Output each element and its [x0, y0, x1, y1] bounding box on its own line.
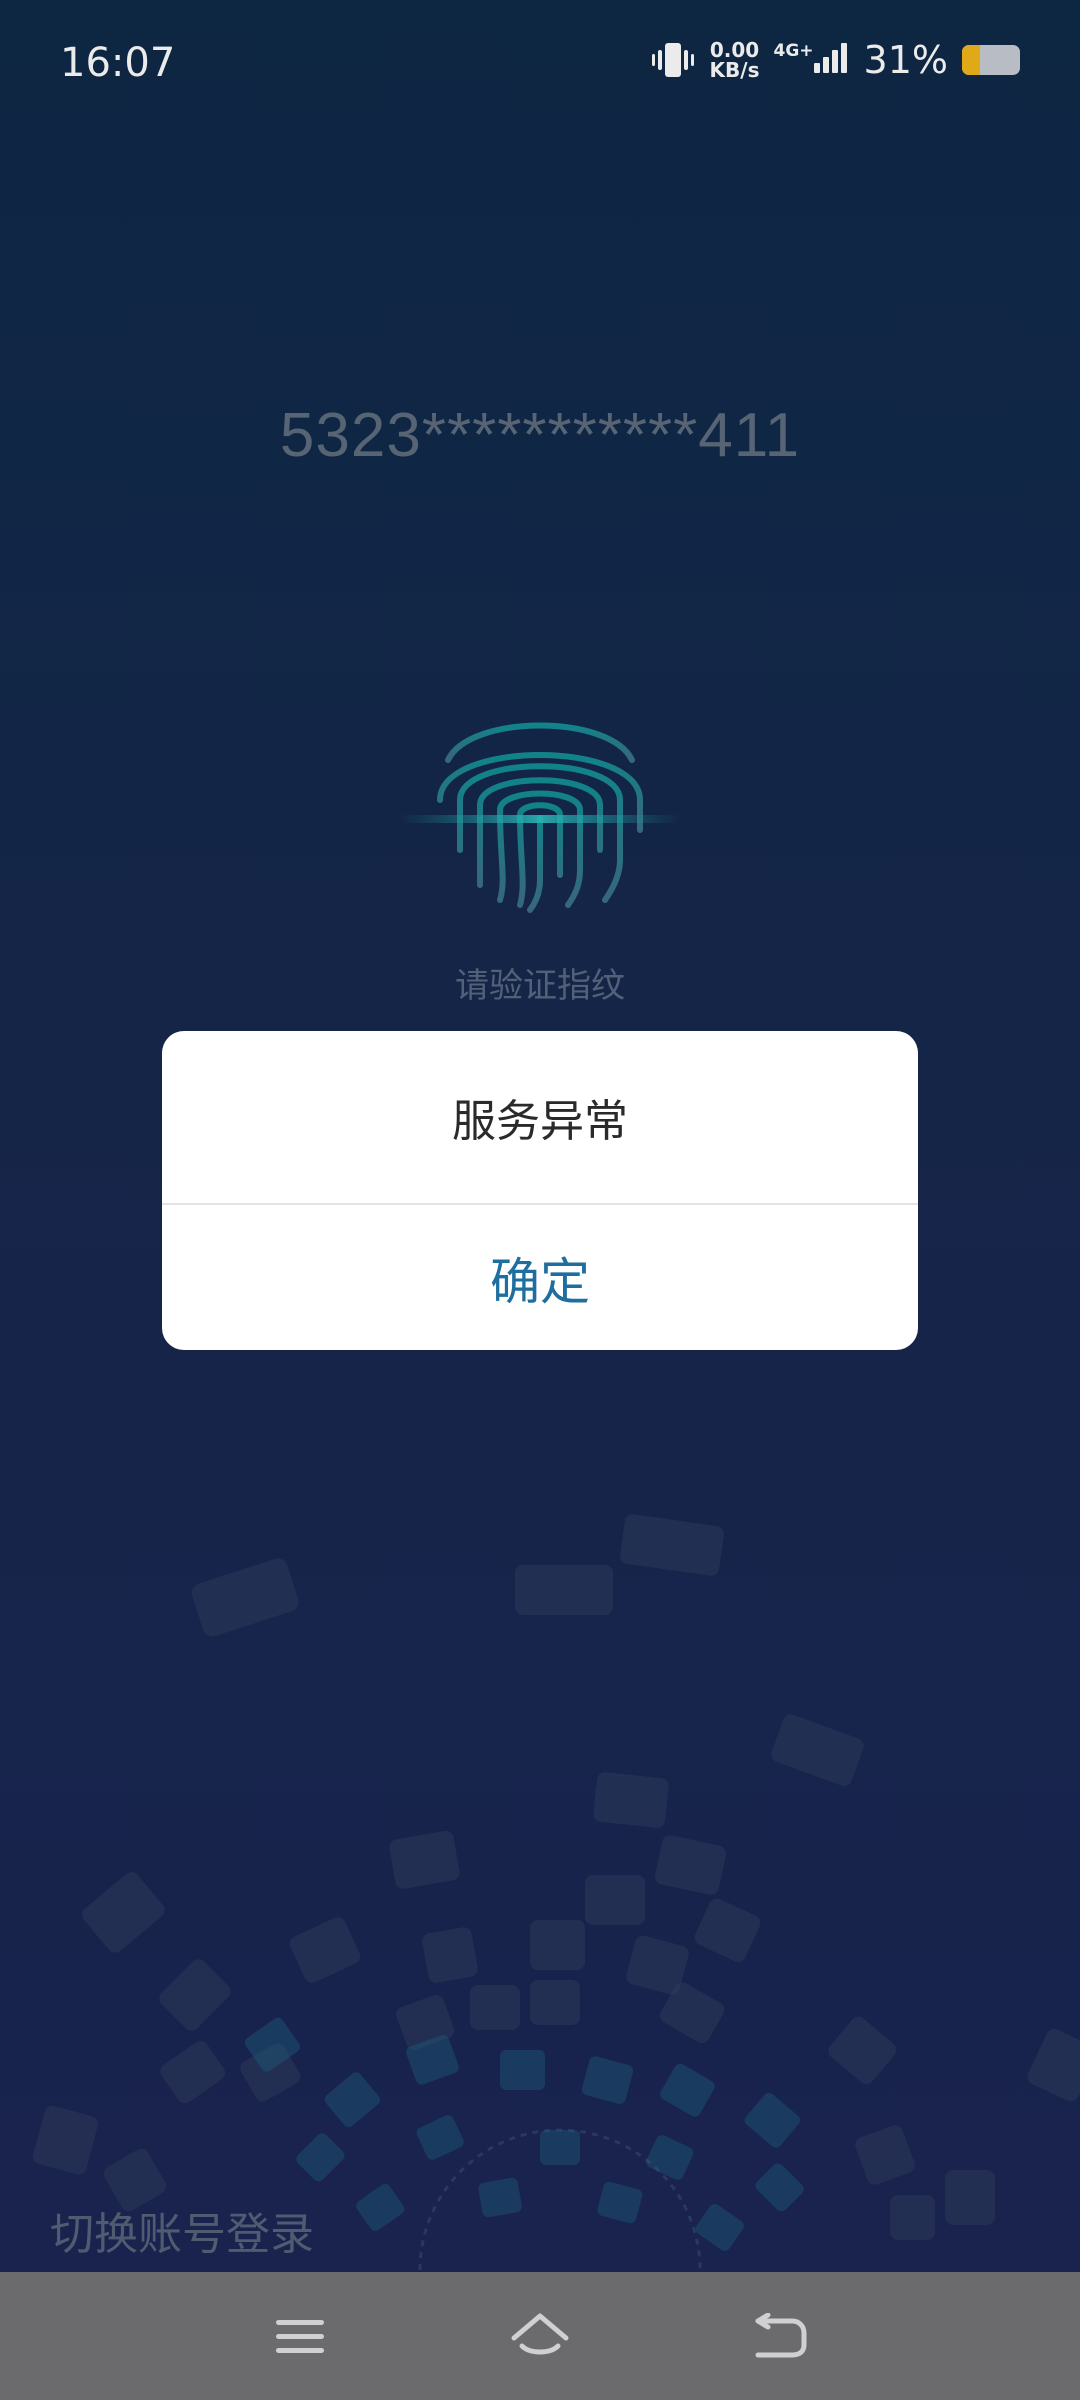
- fingerprint-login-screen: 16:07 0.00 KB/s 4G+ 31% 5323***********4…: [0, 0, 1080, 2400]
- menu-icon[interactable]: [260, 2302, 340, 2372]
- back-icon[interactable]: [740, 2302, 820, 2372]
- confirm-button[interactable]: 确定: [162, 1205, 918, 1350]
- dialog-message: 服务异常: [162, 1031, 918, 1205]
- home-icon[interactable]: [500, 2302, 580, 2372]
- navigation-bar: [0, 2272, 1080, 2400]
- error-dialog: 服务异常 确定: [162, 1031, 918, 1350]
